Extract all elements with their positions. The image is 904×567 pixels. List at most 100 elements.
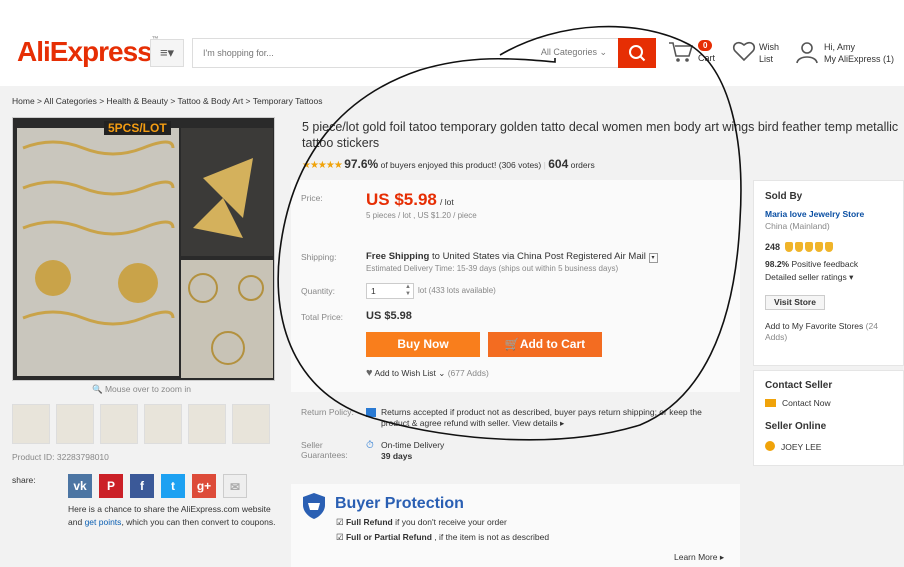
price-unit: / lot <box>440 197 454 207</box>
facebook-icon[interactable]: f <box>130 474 154 498</box>
store-name-link[interactable]: Maria love Jewelry Store <box>765 209 864 219</box>
return-policy-label: Return Policy: <box>301 407 354 417</box>
product-main-image[interactable]: 5PCS/LOT <box>12 117 275 381</box>
quantity-stepper[interactable]: 1 ▲ ▼ <box>366 283 414 299</box>
twitter-icon[interactable]: t <box>161 474 185 498</box>
rating-percent: 97.6% <box>344 157 379 171</box>
contact-now-link[interactable]: Contact Now <box>782 398 831 408</box>
shipping-to-text: to <box>431 251 440 262</box>
guarantee-days: 39 days <box>381 451 413 461</box>
thumbnail-5[interactable] <box>188 404 226 444</box>
categories-menu-button[interactable]: ≡▾ <box>150 39 184 67</box>
thumbnail-2[interactable] <box>56 404 94 444</box>
detailed-ratings-link[interactable]: Detailed seller ratings ▾ <box>765 272 853 283</box>
price-label: Price: <box>301 193 323 203</box>
product-title: 5 piece/lot gold foil tatoo temporary go… <box>302 120 899 150</box>
buyer-protection-title: Buyer Protection <box>335 495 464 512</box>
view-details-link[interactable]: View details <box>512 418 557 428</box>
mail-icon <box>765 399 776 407</box>
full-refund-item: ☑ Full Refund if you don't receive your … <box>336 517 507 527</box>
buy-now-button[interactable]: Buy Now <box>366 332 480 357</box>
breadcrumb: Home > All Categories > Health & Beauty … <box>12 96 323 106</box>
heart-icon <box>732 41 756 62</box>
shipping-method-dropdown[interactable]: ▾ <box>648 253 658 263</box>
lot-size-tag: 5PCS/LOT <box>104 121 171 135</box>
seller-score: 248 <box>765 242 781 252</box>
my-aliexpress-label: My AliExpress <box>824 54 881 64</box>
email-icon[interactable]: ✉ <box>223 474 247 498</box>
search-button[interactable] <box>618 38 656 68</box>
clock-icon: ⏱ <box>366 440 374 451</box>
quantity-value: 1 <box>371 286 376 296</box>
chat-icon <box>765 441 775 451</box>
cart-link[interactable]: 0 Cart <box>668 40 715 66</box>
cart-icon <box>669 42 694 62</box>
thumbnail-4[interactable] <box>144 404 182 444</box>
add-to-cart-button[interactable]: 🛒Add to Cart <box>488 332 602 357</box>
seller-medals-icon <box>785 242 835 254</box>
breadcrumb-health-beauty[interactable]: Health & Beauty <box>107 96 168 106</box>
account-greeting: Hi, Amy <box>824 42 856 52</box>
add-to-wishlist-link[interactable]: ♥ Add to Wish List ⌄ (677 Adds) <box>366 367 489 379</box>
thumbnail-3[interactable] <box>100 404 138 444</box>
positive-feedback: 98.2% Positive feedback <box>765 259 859 269</box>
rating-text[interactable]: of buyers enjoyed this product! (306 vot… <box>381 160 542 170</box>
search-icon <box>629 45 646 62</box>
aliexpress-logo[interactable]: AliExpress™ <box>17 36 159 68</box>
orders-count: 604 <box>548 157 569 171</box>
site-header: AliExpress™ ≡▾ All Categories ⌄ 0 Cart W… <box>0 0 904 86</box>
quantity-spin-icon[interactable]: ▲ ▼ <box>405 284 411 298</box>
price-per-piece: 5 pieces / lot , US $1.20 / piece <box>366 211 477 220</box>
price-value: US $5.98 <box>366 190 437 209</box>
partial-refund-item: ☑ Full or Partial Refund , if the item i… <box>336 532 550 542</box>
free-shipping-text: Free Shipping <box>366 251 430 262</box>
quantity-available: lot (433 lots available) <box>418 286 496 295</box>
pinterest-icon[interactable]: P <box>99 474 123 498</box>
add-favorite-store-link[interactable]: Add to My Favorite Stores (24 Adds) <box>765 321 895 343</box>
seller-online-heading: Seller Online <box>765 421 827 432</box>
get-points-link[interactable]: get points <box>85 517 122 527</box>
breadcrumb-home[interactable]: Home <box>12 96 35 106</box>
rating-summary: ★★★★★ 97.6% of buyers enjoyed this produ… <box>302 157 595 171</box>
category-select[interactable]: All Categories ⌄ <box>541 47 607 58</box>
total-price-label: Total Price: <box>301 312 344 322</box>
quantity-label: Quantity: <box>301 286 336 296</box>
googleplus-icon[interactable]: g+ <box>192 474 216 498</box>
zoom-hint: 🔍 Mouse over to zoom in <box>92 384 191 394</box>
breadcrumb-tattoo-body-art[interactable]: Tattoo & Body Art <box>178 96 244 106</box>
learn-more-link[interactable]: Learn More ▸ <box>674 552 724 563</box>
total-price-value: US $5.98 <box>366 310 412 322</box>
search-input[interactable] <box>193 39 493 67</box>
breadcrumb-temporary-tattoos[interactable]: Temporary Tattoos <box>253 96 323 106</box>
tattoo-sheets-image <box>13 118 274 380</box>
wish-label-line2: List <box>759 54 774 64</box>
shipping-info: Free Shipping to United States via China… <box>366 251 658 263</box>
shipping-destination: United States via China Post Registered … <box>442 251 646 262</box>
account-link[interactable]: Hi, Amy My AliExpress (1) <box>795 40 894 66</box>
delivery-time: Estimated Delivery Time: 15-39 days (shi… <box>366 264 619 273</box>
shield-icon <box>303 493 325 519</box>
user-icon <box>796 42 818 64</box>
vk-icon[interactable]: vk <box>68 474 92 498</box>
share-label: share: <box>12 475 36 485</box>
heart-icon: ♥ <box>366 367 373 379</box>
product-id: Product ID: 32283798010 <box>12 452 109 462</box>
guarantee-info: On-time Delivery 39 days <box>381 440 444 462</box>
rating-stars: ★★★★★ <box>302 160 343 171</box>
visit-store-button[interactable]: Visit Store <box>765 295 825 310</box>
wish-label-line1: Wish <box>759 42 779 52</box>
search-bar: All Categories ⌄ <box>192 38 620 68</box>
return-policy-icon <box>366 408 376 417</box>
shipping-label: Shipping: <box>301 252 337 262</box>
wishlist-link[interactable]: Wish List <box>732 40 779 64</box>
purchase-panel <box>291 180 740 392</box>
thumbnail-6[interactable] <box>232 404 270 444</box>
return-policy-text: Returns accepted if product not as descr… <box>381 407 702 428</box>
breadcrumb-all-categories[interactable]: All Categories <box>44 96 97 106</box>
sold-by-heading: Sold By <box>765 191 803 202</box>
cart-count-badge: 0 <box>698 40 713 51</box>
seller-guarantees-label: Seller Guarantees: <box>301 440 348 460</box>
thumbnail-1[interactable] <box>12 404 50 444</box>
wishlist-adds-count: (677 Adds) <box>447 368 489 378</box>
seller-online-name[interactable]: JOEY LEE <box>781 442 821 452</box>
